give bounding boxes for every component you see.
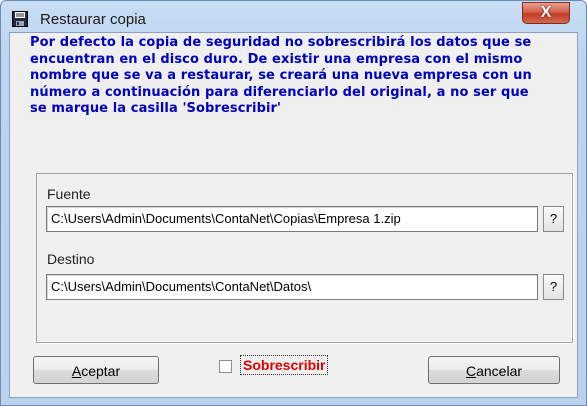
source-label: Fuente [47, 186, 91, 202]
source-path-value: C:\Users\Admin\Documents\ContaNet\Copias… [51, 211, 401, 226]
accept-button[interactable]: Aceptar [33, 356, 159, 384]
title-bar[interactable]: Restaurar copia X [1, 1, 586, 33]
window-title: Restaurar copia [40, 11, 146, 28]
destination-label: Destino [47, 251, 95, 267]
close-icon: X [540, 4, 552, 21]
close-button[interactable]: X [522, 2, 570, 24]
paths-groupbox [36, 173, 573, 343]
cancel-button-label: Cancelar [465, 363, 523, 379]
destination-path-value: C:\Users\Admin\Documents\ContaNet\Datos\ [51, 279, 312, 294]
source-browse-button[interactable]: ? [543, 206, 564, 232]
source-browse-label: ? [549, 211, 558, 226]
accept-button-label: Aceptar [71, 363, 121, 379]
destination-browse-label: ? [549, 279, 558, 294]
overwrite-label[interactable]: Sobrescribir [240, 355, 329, 375]
source-path-field[interactable]: C:\Users\Admin\Documents\ContaNet\Copias… [46, 206, 538, 232]
destination-browse-button[interactable]: ? [543, 274, 564, 300]
info-message: Por defecto la copia de seguridad no sob… [30, 35, 532, 116]
overwrite-checkbox[interactable] [219, 360, 232, 373]
floppy-disk-icon [12, 11, 28, 27]
cancel-button[interactable]: Cancelar [428, 356, 560, 384]
destination-path-field[interactable]: C:\Users\Admin\Documents\ContaNet\Datos\ [46, 274, 538, 300]
